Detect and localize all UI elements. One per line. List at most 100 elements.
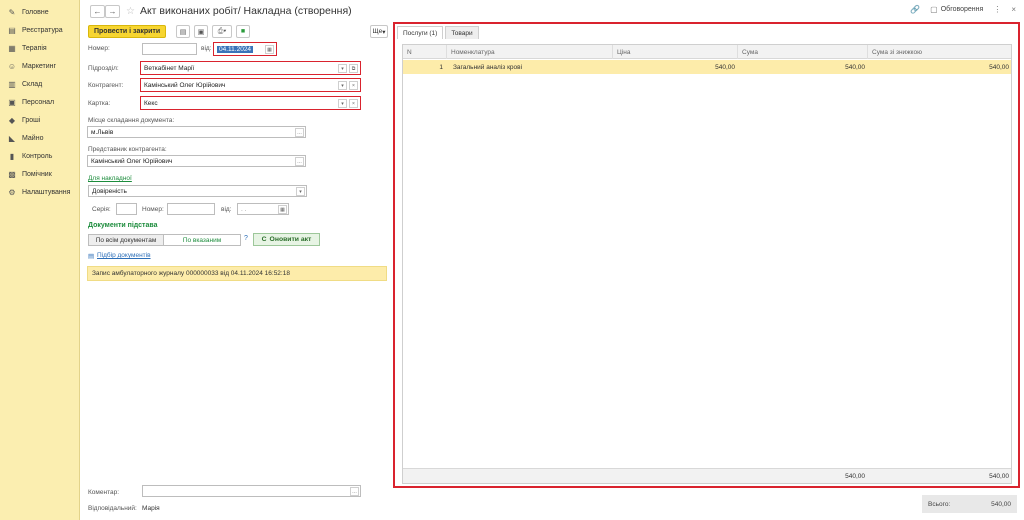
by-all-docs-button[interactable]: По всім документам	[88, 234, 164, 246]
col-sum[interactable]: Сума	[738, 45, 868, 59]
post-button[interactable]: ▤	[176, 25, 190, 38]
department-field[interactable]: Веткабінет Марії ▾ ⧉	[140, 61, 361, 75]
clear-icon[interactable]: ×	[349, 99, 358, 108]
number2-input[interactable]	[167, 203, 215, 215]
lock-button[interactable]: ■	[236, 25, 250, 38]
calendar-icon[interactable]: ▦	[278, 205, 287, 214]
property-icon: ◣	[8, 133, 16, 143]
sidebar-item-money[interactable]: ◆ Гроші	[0, 111, 79, 129]
series-input[interactable]	[116, 203, 137, 215]
card-label: Картка:	[88, 100, 111, 107]
date2-from-label: від:	[221, 206, 232, 213]
toolbar: Провести і закрити ▤ ▣ ⎙▾ ■ Ще ▾	[88, 25, 388, 38]
cell-price: 540,00	[715, 63, 735, 71]
dropdown-icon[interactable]: ▾	[338, 64, 347, 73]
discussions-button[interactable]: Обговорення	[941, 6, 984, 13]
place-field[interactable]: м.Львів …	[87, 126, 306, 138]
responsible-value: Марія	[142, 505, 160, 512]
table-footer: 540,00 540,00	[403, 468, 1011, 483]
print-button[interactable]: ⎙▾	[212, 25, 232, 38]
date2-input[interactable]: . . ▦	[237, 203, 289, 215]
save-icon: ▣	[197, 28, 205, 36]
registry-icon: ▤	[8, 25, 16, 35]
money-icon: ◆	[8, 115, 16, 125]
more-button[interactable]: Ще ▾	[370, 25, 388, 38]
select-docs-link[interactable]: Підбір документів	[97, 252, 151, 259]
comment-input[interactable]: …	[142, 485, 361, 497]
sidebar-item-registry[interactable]: ▤ Реєстратура	[0, 21, 79, 39]
total-label: Всього:	[928, 500, 951, 508]
window-header: ← → ☆ Акт виконаних робіт/ Накладна (ств…	[84, 0, 1024, 22]
select-docs-icon: ▤	[88, 253, 95, 260]
sidebar-item-staff[interactable]: ▣ Персонал	[0, 93, 79, 111]
assistant-icon: ▩	[8, 169, 16, 179]
dropdown-icon[interactable]: ▾	[338, 81, 347, 90]
ellipsis-icon[interactable]: …	[350, 487, 359, 496]
calendar-icon[interactable]: ▦	[265, 45, 274, 54]
favorite-star-icon[interactable]: ☆	[126, 6, 135, 17]
clear-icon[interactable]: ×	[349, 81, 358, 90]
forward-button[interactable]: →	[105, 4, 120, 18]
ellipsis-icon[interactable]: …	[295, 157, 304, 166]
lock-icon: ■	[240, 28, 246, 35]
ellipsis-icon[interactable]: …	[295, 128, 304, 137]
post-and-close-button[interactable]: Провести і закрити	[88, 25, 167, 38]
sidebar-item-marketing[interactable]: ☺ Маркетинг	[0, 57, 79, 75]
warehouse-icon: ▥	[8, 79, 16, 89]
sidebar-item-home[interactable]: ✎ Головне	[0, 3, 79, 21]
control-icon: ▮	[9, 151, 15, 161]
therapy-icon: ▦	[8, 43, 16, 53]
col-item[interactable]: Номенклатура	[447, 45, 613, 59]
representative-field[interactable]: Камінський Олег Юрійович …	[87, 155, 306, 167]
representative-label: Представник контрагента:	[88, 146, 167, 153]
close-icon[interactable]: ×	[1011, 5, 1016, 14]
tab-services[interactable]: Послуги (1)	[397, 26, 444, 39]
open-icon[interactable]: ⧉	[349, 64, 358, 73]
responsible-label: Відповідальний:	[88, 505, 137, 512]
number-input[interactable]	[142, 43, 197, 55]
wrench-icon: ⚙	[8, 187, 16, 197]
comment-label: Коментар:	[88, 489, 120, 496]
sidebar-item-warehouse[interactable]: ▥ Склад	[0, 75, 79, 93]
cell-n: 1	[439, 63, 443, 71]
power-of-attorney-select[interactable]: Довіреність ▾	[88, 185, 307, 197]
sidebar-item-control[interactable]: ▮ Контроль	[0, 147, 79, 165]
basis-record-row[interactable]: Запис амбулаторного журналу 000000033 ві…	[87, 266, 387, 281]
table-header: N Номенклатура Ціна Сума Сума зі знижкою	[403, 45, 1011, 59]
back-button[interactable]: ←	[90, 4, 105, 18]
footer-discount-sum: 540,00	[989, 473, 1009, 480]
col-price[interactable]: Ціна	[613, 45, 738, 59]
refresh-act-button[interactable]: C Оновити акт	[253, 233, 320, 246]
sidebar-item-therapy[interactable]: ▦ Терапія	[0, 39, 79, 57]
tab-goods[interactable]: Товари	[445, 26, 479, 39]
discussions-icon[interactable]: ▢	[930, 5, 938, 14]
col-discount-sum[interactable]: Сума зі знижкою	[868, 45, 1013, 59]
sidebar-item-property[interactable]: ◣ Майно	[0, 129, 79, 147]
date-input[interactable]: 04.11.2024 ▦	[213, 42, 277, 56]
services-panel: Послуги (1) Товари N Номенклатура Ціна С…	[393, 22, 1020, 488]
basis-docs-heading: Документи підстава	[88, 222, 158, 229]
by-specified-button[interactable]: По вказаним	[163, 234, 241, 246]
total-box: Всього: 540,00	[922, 495, 1017, 513]
footer-sum: 540,00	[845, 473, 865, 480]
sidebar-item-settings[interactable]: ⚙ Налаштування	[0, 183, 79, 201]
services-table: N Номенклатура Ціна Сума Сума зі знижкою…	[402, 44, 1012, 484]
chevron-down-icon[interactable]: ▾	[296, 187, 305, 196]
help-icon[interactable]: ?	[244, 235, 248, 242]
more-vertical-icon[interactable]: ⋮	[993, 5, 1001, 14]
link-icon[interactable]: 🔗	[910, 5, 920, 14]
pencil-icon: ✎	[8, 7, 16, 17]
sidebar-item-assistant[interactable]: ▩ Помічник	[0, 165, 79, 183]
arrow-left-icon: ←	[93, 6, 102, 16]
table-row[interactable]: 1 Загальний аналіз крові 540,00 540,00 5…	[403, 60, 1011, 74]
header-actions: 🔗 ▢ Обговорення ⋮ ×	[900, 5, 1016, 14]
arrow-right-icon: →	[108, 6, 117, 16]
cell-discount-sum: 540,00	[989, 63, 1009, 71]
card-field[interactable]: Кекс ▾ ×	[140, 96, 361, 110]
col-n[interactable]: N	[403, 45, 447, 59]
cell-sum: 540,00	[845, 63, 865, 71]
invoice-section-link[interactable]: Для накладної	[88, 175, 132, 182]
save-button[interactable]: ▣	[194, 25, 208, 38]
dropdown-icon[interactable]: ▾	[338, 99, 347, 108]
counterparty-field[interactable]: Камінський Олег Юрійович ▾ ×	[140, 78, 361, 92]
